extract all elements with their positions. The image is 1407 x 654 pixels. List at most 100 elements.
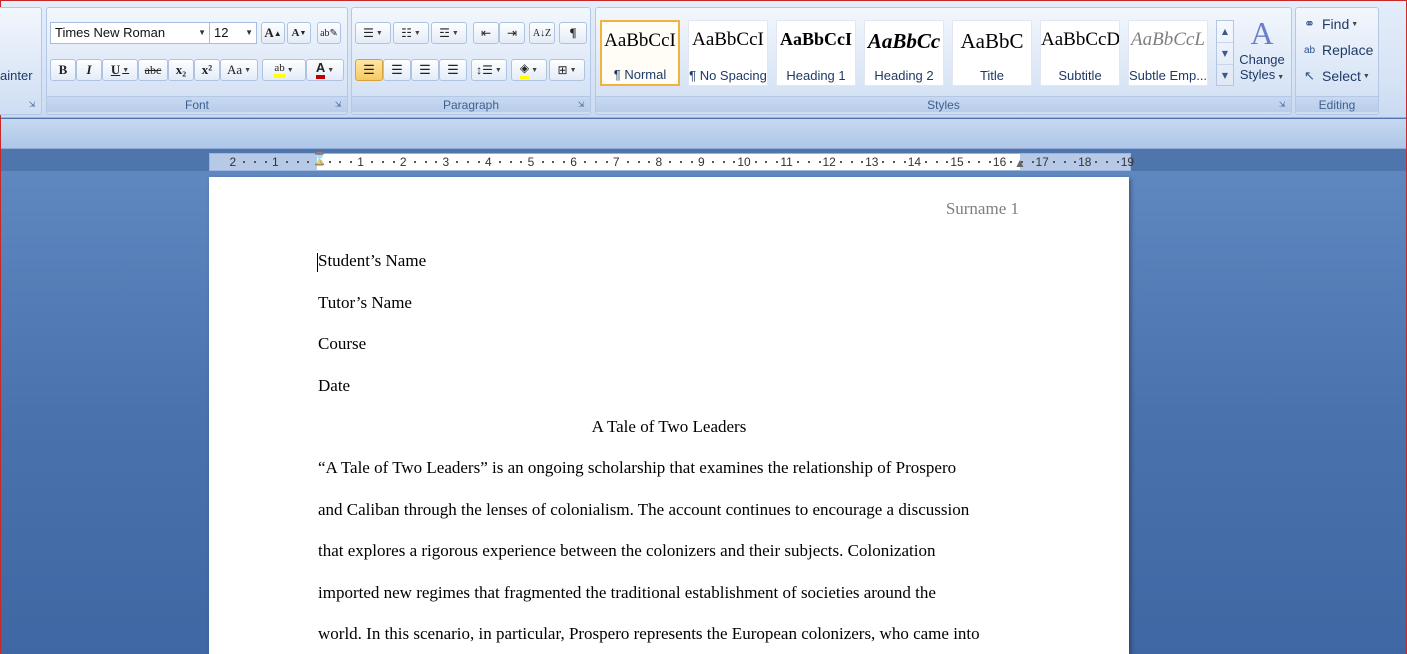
ruler-tick-label: 12: [822, 155, 836, 169]
replace-label: Replace: [1322, 42, 1374, 58]
multilevel-list-button[interactable]: ☲ ▼: [431, 22, 467, 44]
shading-button[interactable]: ◈ ▼: [511, 59, 547, 81]
ruler-tick-mark: [839, 161, 842, 163]
ruler-tick-mark: [339, 161, 342, 163]
show-marks-button[interactable]: ¶: [559, 22, 587, 44]
subscript-button[interactable]: x₂: [168, 59, 194, 81]
ruler-tick-label: 2: [229, 155, 237, 169]
ruler-tick-label: 17: [1035, 155, 1049, 169]
align-left-icon: ☰: [363, 62, 375, 77]
clear-formatting-icon: ab✎: [320, 27, 338, 39]
body-line: and Caliban through the lenses of coloni…: [318, 500, 970, 519]
styles-group-label: Styles: [596, 96, 1291, 112]
align-left-button[interactable]: ☰: [355, 59, 383, 81]
body-line: that explores a rigorous experience betw…: [318, 541, 936, 560]
numbering-button[interactable]: ☷ ▼: [393, 22, 429, 44]
ruler-tick-mark: [328, 161, 331, 163]
style-heading-1[interactable]: AaBbCcI Heading 1: [776, 20, 856, 86]
ruler-tick-mark: [818, 161, 821, 163]
change-case-button[interactable]: Aa ▼: [220, 59, 258, 81]
style-sample: AaBbCcL: [1131, 29, 1205, 50]
ruler-tick-mark: [594, 161, 597, 163]
bold-button[interactable]: B: [50, 59, 76, 81]
ruler-tick-label: 18: [1078, 155, 1092, 169]
ruler-tick-label: 6: [570, 155, 577, 169]
scroll-up-icon[interactable]: ▲: [1217, 21, 1233, 43]
ruler-tick-mark: [978, 161, 981, 163]
ruler-tick-label: 4: [485, 155, 492, 169]
paragraph-launcher-icon[interactable]: ⇲: [576, 100, 586, 110]
body-line: imported new regimes that fragmented the…: [318, 583, 936, 602]
cursor-arrow-icon: ↖: [1304, 68, 1315, 83]
italic-button[interactable]: I: [76, 59, 102, 81]
ruler-tick-mark: [754, 161, 757, 163]
align-center-button[interactable]: ☰: [383, 59, 411, 81]
document-page[interactable]: Surname 1 Student’s Name Tutor’s Name Co…: [209, 177, 1129, 654]
ruler-tick-mark: [1010, 161, 1013, 163]
clipboard-launcher-icon[interactable]: ⇲: [27, 100, 37, 110]
font-name-combo[interactable]: Times New Roman ▼: [50, 22, 210, 44]
change-styles-icon: A: [1250, 15, 1274, 51]
style-normal[interactable]: AaBbCcI ¶ Normal: [600, 20, 680, 86]
sort-button[interactable]: A↓Z: [529, 22, 555, 44]
style-sample: AaBbC: [960, 29, 1024, 53]
style-no-spacing[interactable]: AaBbCcI ¶ No Spacing: [688, 20, 768, 86]
ruler-tick-mark: [381, 161, 384, 163]
decrease-indent-button[interactable]: ⇤: [473, 22, 499, 44]
change-styles-button[interactable]: A Change Styles ▼: [1236, 14, 1288, 94]
line-spacing-button[interactable]: ↕☰ ▼: [471, 59, 507, 81]
ruler-tick-mark: [286, 161, 289, 163]
superscript-button[interactable]: x²: [194, 59, 220, 81]
strikethrough-icon: abc: [144, 62, 162, 77]
scroll-down-icon[interactable]: ▼: [1217, 43, 1233, 65]
find-button[interactable]: ⚭ Find ▼: [1304, 13, 1358, 35]
styles-gallery-scroll[interactable]: ▲ ▼ ▼: [1216, 20, 1234, 86]
ribbon-bottom-band: [1, 119, 1406, 149]
format-painter-label[interactable]: ainter: [0, 68, 33, 83]
right-indent-marker[interactable]: ▲: [1014, 156, 1026, 176]
highlighter-icon: ab: [274, 62, 285, 78]
style-heading-2[interactable]: AaBbCc Heading 2: [864, 20, 944, 86]
underline-button[interactable]: U ▼: [102, 59, 138, 81]
ruler-tick-mark: [1095, 161, 1098, 163]
pilcrow-icon: ¶: [569, 25, 577, 40]
style-title[interactable]: AaBbC Title: [952, 20, 1032, 86]
ruler-tick-mark: [264, 161, 267, 163]
ruler-tick-label: 7: [612, 155, 620, 169]
strikethrough-button[interactable]: abc: [138, 59, 168, 81]
ruler-tick-mark: [1063, 161, 1066, 163]
first-line-indent-marker[interactable]: ⌛: [312, 152, 327, 172]
shrink-font-button[interactable]: A ▼: [287, 22, 311, 44]
ruler-tick-mark: [254, 161, 257, 163]
replace-button[interactable]: ab Replace: [1304, 39, 1373, 61]
font-size-combo[interactable]: 12 ▼: [209, 22, 257, 44]
increase-indent-button[interactable]: ⇥: [499, 22, 525, 44]
font-color-button[interactable]: A ▼: [306, 59, 344, 81]
ruler-tick-label: 1: [357, 155, 364, 169]
align-right-button[interactable]: ☰: [411, 59, 439, 81]
font-group: Times New Roman ▼ 12 ▼ A ▲ A ▼ ab✎ B I U ▼ …: [46, 7, 348, 115]
horizontal-ruler[interactable]: 2 1 1 2 3 4 5 6 7 8 9 10 11 12 13 14 15 16 17 18 19 ⌛ ▲: [209, 152, 1134, 172]
ruler-tick-mark: [499, 161, 502, 163]
style-subtitle[interactable]: AaBbCcD Subtitle: [1040, 20, 1120, 86]
ruler-tick-mark: [850, 161, 853, 163]
align-center-icon: ☰: [391, 62, 403, 77]
ruler-tick-mark: [669, 161, 672, 163]
highlight-button[interactable]: ab ▼: [262, 59, 306, 81]
gallery-more-icon[interactable]: ▼: [1217, 65, 1233, 87]
ruler-tick-mark: [477, 161, 480, 163]
justify-button[interactable]: ☰: [439, 59, 467, 81]
bullets-button[interactable]: ☰ ▼: [355, 22, 391, 44]
ruler-tick-label: 14: [907, 155, 922, 169]
grow-font-button[interactable]: A ▲: [261, 22, 285, 44]
borders-button[interactable]: ⊞ ▼: [549, 59, 585, 81]
styles-launcher-icon[interactable]: ⇲: [1277, 100, 1287, 110]
font-launcher-icon[interactable]: ⇲: [333, 100, 343, 110]
select-button[interactable]: ↖ Select ▼: [1304, 65, 1370, 87]
superscript-icon: x²: [201, 62, 213, 77]
ruler-tick-mark: [467, 161, 470, 163]
style-subtle-emphasis[interactable]: AaBbCcL Subtle Emp...: [1128, 20, 1208, 86]
style-name: ¶ Normal: [613, 67, 667, 82]
style-name: Title: [979, 68, 1005, 83]
clear-formatting-button[interactable]: ab✎: [317, 22, 341, 44]
